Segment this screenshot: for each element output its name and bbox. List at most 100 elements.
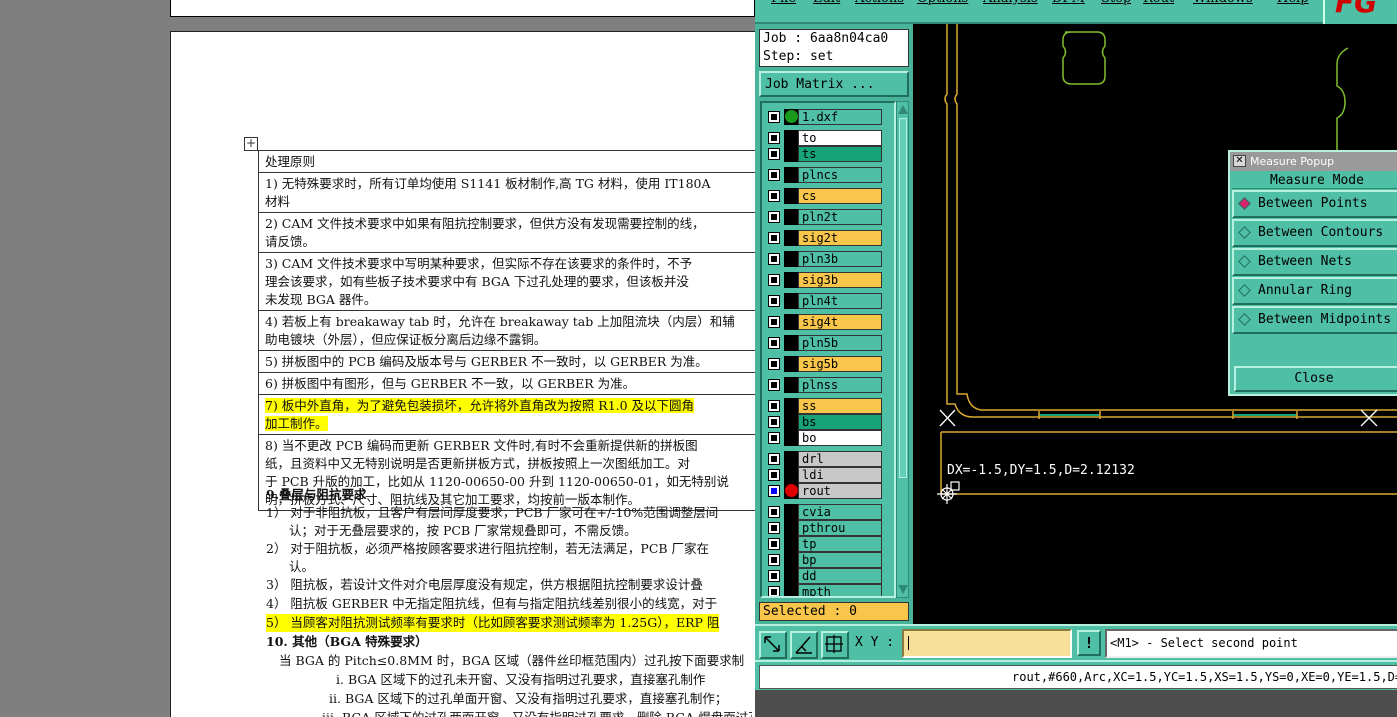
layer-row-plncs[interactable]: plncs xyxy=(764,167,894,183)
layer-checkbox[interactable] xyxy=(768,232,780,244)
layer-row-bp[interactable]: bp xyxy=(764,552,894,568)
measure-option-between-midpoints[interactable]: Between Midpoints xyxy=(1232,306,1397,334)
layer-row-to[interactable]: to xyxy=(764,130,894,146)
layer-name[interactable]: dd xyxy=(798,568,882,584)
layer-name[interactable]: drl xyxy=(798,451,882,467)
layer-row-mpth[interactable]: mpth xyxy=(764,584,894,596)
layer-checkbox[interactable] xyxy=(768,337,780,349)
measure-option-between-contours[interactable]: Between Contours xyxy=(1232,219,1397,247)
layer-checkbox[interactable] xyxy=(768,295,780,307)
popup-title-bar[interactable]: ✕ Measure Popup xyxy=(1230,152,1397,171)
layer-row-ts[interactable]: ts xyxy=(764,146,894,162)
layer-name[interactable]: ss xyxy=(798,398,882,414)
menu-help[interactable]: Help xyxy=(1277,0,1309,6)
layer-checkbox[interactable] xyxy=(768,253,780,265)
exclamation-button[interactable]: ! xyxy=(1077,630,1101,656)
layer-row-cs[interactable]: cs xyxy=(764,188,894,204)
layer-row-pln2t[interactable]: pln2t xyxy=(764,209,894,225)
layer-checkbox[interactable] xyxy=(768,190,780,202)
layer-checkbox[interactable] xyxy=(768,522,780,534)
layer-row-sig5b[interactable]: sig5b xyxy=(764,356,894,372)
radio-diamond-icon[interactable] xyxy=(1238,284,1251,297)
radio-diamond-icon[interactable] xyxy=(1238,226,1251,239)
layer-checkbox[interactable] xyxy=(768,554,780,566)
layer-name[interactable]: bp xyxy=(798,552,882,568)
layer-checkbox[interactable] xyxy=(768,132,780,144)
layer-list-scrollbar[interactable] xyxy=(896,101,909,598)
layer-name[interactable]: pln2t xyxy=(798,209,882,225)
layer-row-dd[interactable]: dd xyxy=(764,568,894,584)
layer-checkbox[interactable] xyxy=(768,432,780,444)
layer-name[interactable]: 1.dxf xyxy=(798,109,882,125)
menu-rout[interactable]: Rout xyxy=(1143,0,1174,6)
layer-checkbox[interactable] xyxy=(768,485,780,497)
layer-checkbox[interactable] xyxy=(768,506,780,518)
measure-tool-button[interactable] xyxy=(790,631,818,659)
layer-checkbox[interactable] xyxy=(768,379,780,391)
menu-windows[interactable]: Windows xyxy=(1193,0,1253,6)
layer-name[interactable]: to xyxy=(798,130,882,146)
layer-row-rout[interactable]: rout xyxy=(764,483,894,499)
scroll-thumb[interactable] xyxy=(899,118,907,478)
layer-checkbox[interactable] xyxy=(768,316,780,328)
layer-checkbox[interactable] xyxy=(768,211,780,223)
radio-diamond-icon[interactable] xyxy=(1238,197,1251,210)
layer-checkbox[interactable] xyxy=(768,358,780,370)
layer-name[interactable]: mpth xyxy=(798,584,882,596)
layer-name[interactable]: plnss xyxy=(798,377,882,393)
layer-name[interactable]: ts xyxy=(798,146,882,162)
layer-checkbox[interactable] xyxy=(768,416,780,428)
layer-row-1-dxf[interactable]: 1.dxf xyxy=(764,109,894,125)
menu-analysis[interactable]: Analysis xyxy=(983,0,1038,6)
layer-row-pthrou[interactable]: pthrou xyxy=(764,520,894,536)
layer-row-plnss[interactable]: plnss xyxy=(764,377,894,393)
popup-close-icon[interactable]: ✕ xyxy=(1233,155,1246,167)
layer-name[interactable]: cs xyxy=(798,188,882,204)
layer-row-ss[interactable]: ss xyxy=(764,398,894,414)
layer-row-sig3b[interactable]: sig3b xyxy=(764,272,894,288)
job-matrix-button[interactable]: Job Matrix ... xyxy=(759,71,909,97)
layer-row-drl[interactable]: drl xyxy=(764,451,894,467)
layer-list[interactable]: 1.dxf to ts plncs cs pln2t sig2t pln3b sig3b pln4… xyxy=(760,101,896,598)
xy-coordinate-input[interactable] xyxy=(902,629,1072,658)
layer-row-pln3b[interactable]: pln3b xyxy=(764,251,894,267)
layer-name[interactable]: rout xyxy=(798,483,882,499)
layer-checkbox[interactable] xyxy=(768,538,780,550)
layer-name[interactable]: pln5b xyxy=(798,335,882,351)
menu-file[interactable]: File xyxy=(771,0,796,6)
layer-row-pln5b[interactable]: pln5b xyxy=(764,335,894,351)
layer-row-bo[interactable]: bo xyxy=(764,430,894,446)
scroll-up-arrow-icon[interactable] xyxy=(898,105,908,114)
layer-name[interactable]: bo xyxy=(798,430,882,446)
layer-row-bs[interactable]: bs xyxy=(764,414,894,430)
layer-row-cvia[interactable]: cvia xyxy=(764,504,894,520)
menu-dfm[interactable]: DFM xyxy=(1052,0,1085,6)
zoom-tool-button[interactable] xyxy=(759,631,787,659)
snap-tool-button[interactable] xyxy=(821,631,849,659)
menu-actions[interactable]: Actions xyxy=(855,0,904,6)
layer-checkbox[interactable] xyxy=(768,148,780,160)
layer-checkbox[interactable] xyxy=(768,111,780,123)
layer-name[interactable]: sig4t xyxy=(798,314,882,330)
layer-checkbox[interactable] xyxy=(768,586,780,596)
layer-name[interactable]: cvia xyxy=(798,504,882,520)
layer-name[interactable]: bs xyxy=(798,414,882,430)
radio-diamond-icon[interactable] xyxy=(1238,255,1251,268)
table-move-handle-icon[interactable]: + xyxy=(244,137,258,151)
layer-row-sig4t[interactable]: sig4t xyxy=(764,314,894,330)
layer-name[interactable]: pln3b xyxy=(798,251,882,267)
layer-name[interactable]: sig2t xyxy=(798,230,882,246)
layer-name[interactable]: tp xyxy=(798,536,882,552)
scroll-down-arrow-icon[interactable] xyxy=(898,585,908,594)
layer-name[interactable]: sig5b xyxy=(798,356,882,372)
layer-checkbox[interactable] xyxy=(768,453,780,465)
menu-edit[interactable]: Edit xyxy=(813,0,840,6)
radio-diamond-icon[interactable] xyxy=(1238,313,1251,326)
menu-step[interactable]: Step xyxy=(1101,0,1131,6)
layer-name[interactable]: sig3b xyxy=(798,272,882,288)
measure-option-annular-ring[interactable]: Annular Ring xyxy=(1232,277,1397,305)
popup-close-button[interactable]: Close xyxy=(1234,366,1397,392)
layer-name[interactable]: plncs xyxy=(798,167,882,183)
layer-name[interactable]: pthrou xyxy=(798,520,882,536)
layer-checkbox[interactable] xyxy=(768,400,780,412)
